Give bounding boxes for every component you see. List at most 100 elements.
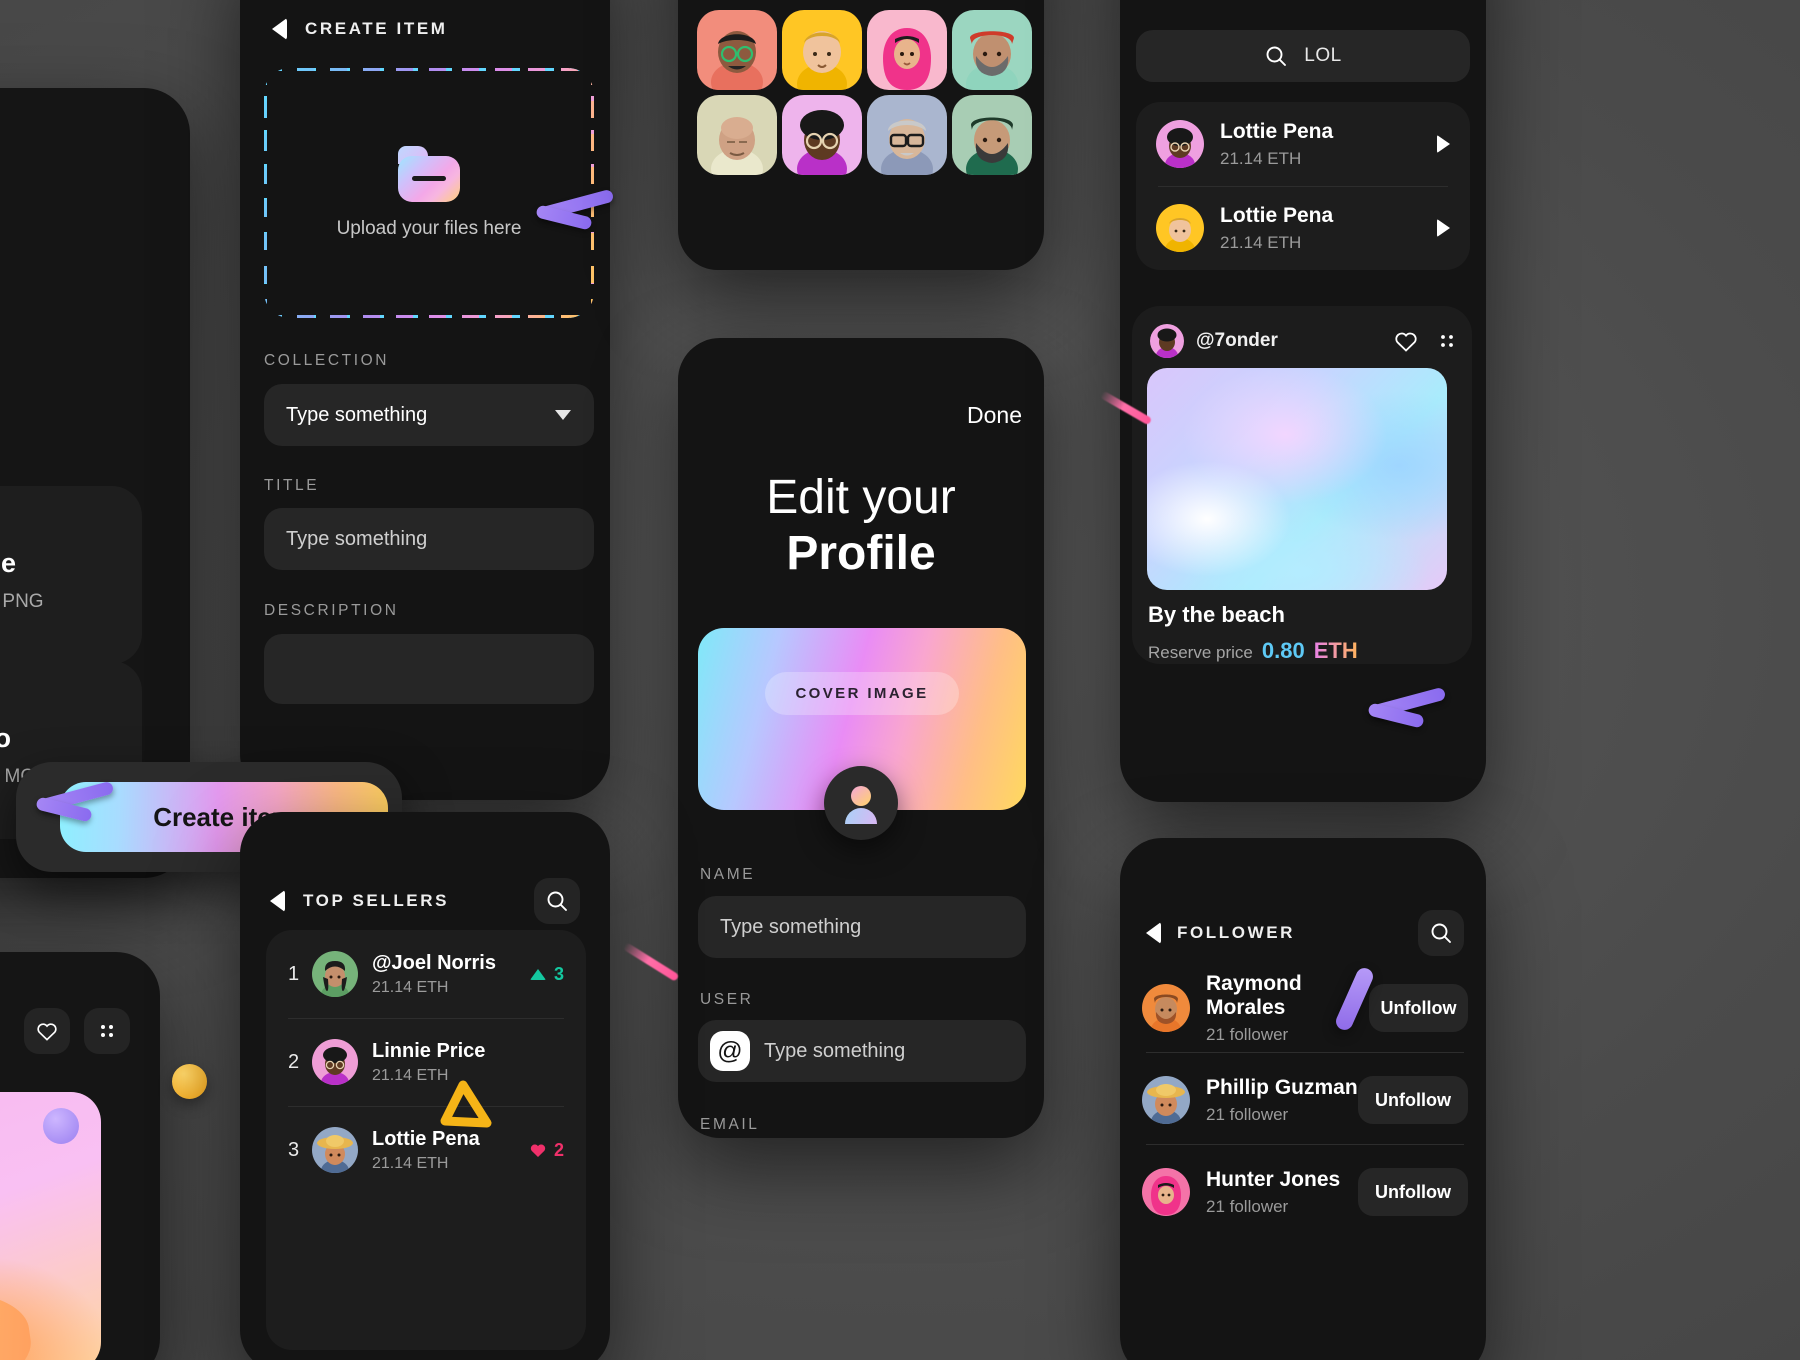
nft-preview-card [0,952,160,1360]
table-row[interactable]: 3 Lottie Pena 21.14 ETH 2 [266,1106,586,1194]
profile-title-line2: Profile [786,527,936,580]
back-triangle-icon[interactable] [272,18,287,40]
avatar-tile-7[interactable] [867,95,947,175]
seller-name: Linnie Price [372,1039,486,1062]
create-item-header: CREATE ITEM [272,18,448,40]
avatar-tile-8[interactable] [952,95,1032,175]
title-input[interactable]: Type something [264,508,594,570]
avatar [312,951,358,997]
title-label: TITLE [264,477,320,494]
play-triangle-icon[interactable] [1437,135,1450,153]
description-input[interactable] [264,634,594,704]
asset-type-name: Video [0,723,12,753]
avatar-tile-2[interactable] [782,10,862,90]
heart-icon [530,1143,546,1158]
heart-icon[interactable] [1394,330,1418,352]
top-sellers-title: TOP SELLERS [303,891,450,910]
list-item[interactable]: Lottie Pena 21.14 ETH [1136,186,1470,270]
top-sellers-list: 1 @Joel Norris 21.14 ETH 3 2 Linnie Pric… [266,930,586,1350]
seller-delta-value: 3 [553,963,564,984]
list-item[interactable]: Phillip Guzman 21 follower Unfollow [1142,1052,1468,1148]
email-label: EMAIL [700,1116,760,1133]
seller-delta: 2 [530,1140,564,1161]
list-item[interactable]: Raymond Morales 21 follower Unfollow [1142,960,1468,1056]
collection-select[interactable]: Type something [264,384,594,446]
avatar-tile-6[interactable] [782,95,862,175]
avatar-tile-5[interactable] [697,95,777,175]
list-item[interactable]: Lottie Pena 21.14 ETH [1136,102,1470,186]
search-query: LOL [1304,45,1342,66]
done-button[interactable]: Done [967,402,1022,429]
asset-type-formats: JPG or PNG [0,591,44,612]
unfollow-button[interactable]: Unfollow [1368,984,1468,1032]
avatar-tile-3[interactable] [867,10,947,90]
heart-icon[interactable] [24,1008,70,1054]
grid-dots-icon[interactable] [84,1008,130,1054]
cover-image-badge[interactable]: COVER IMAGE [765,672,959,715]
nft-price-row: Reserve price 0.80 ETH [1148,638,1358,664]
nft-title: By the beach [1148,602,1285,627]
back-triangle-icon[interactable] [1146,922,1161,944]
nft-price-currency: ETH [1313,638,1358,663]
search-icon [1264,44,1288,68]
avatar-tile-1[interactable] [697,10,777,90]
screen-root: an NFT ny aspects in itsbuilt on the....… [0,0,1800,1360]
nft-artwork[interactable] [1147,368,1447,590]
avatar [1156,120,1204,168]
description-label: DESCRIPTION [264,602,399,619]
nft-card-header: @7onder [1150,320,1456,362]
avatar-grid [697,10,1036,180]
unfollow-button[interactable]: Unfollow [1358,1168,1468,1216]
search-results-panel: LOL Lottie Pena 21.14 ETH Lottie Pena 21… [1120,0,1486,802]
avatar-grid-panel [678,0,1044,270]
avatar-tile-4[interactable] [952,10,1032,90]
collection-value: Type something [286,403,428,426]
follower-count: 21 follower [1206,1196,1289,1216]
wave-decoration [35,780,118,824]
unfollow-button[interactable]: Unfollow [1358,1076,1468,1124]
asset-type-card-image[interactable]: Image JPG or PNG [0,486,142,664]
seller-delta: 3 [529,963,564,985]
follower-header: FOLLOWER [1146,910,1464,956]
nft-price-label: Reserve price [1148,643,1253,662]
user-input[interactable]: @ Type something [698,1020,1026,1082]
table-row[interactable]: 1 @Joel Norris 21.14 ETH 3 [266,930,586,1018]
avatar [312,1127,358,1173]
seller-name: @Joel Norris [372,951,496,974]
grid-dots-icon[interactable] [1438,332,1456,350]
wave-decoration [535,188,618,232]
top-sellers-header: TOP SELLERS [270,878,580,924]
create-item-title: CREATE ITEM [305,19,448,38]
seller-rank: 2 [288,1050,300,1073]
orange-ball-decoration [172,1064,207,1099]
profile-title-line1: Edit your [766,471,956,524]
triangle-decoration [440,1080,492,1128]
list-item[interactable]: Hunter Jones 21 follower Unfollow [1142,1144,1468,1240]
person-icon [851,786,871,806]
seller-rank: 1 [288,962,300,985]
avatar [1142,1076,1190,1124]
avatar [312,1039,358,1085]
search-icon[interactable] [534,878,580,924]
user-placeholder: Type something [764,1039,906,1062]
name-input[interactable]: Type something [698,896,1026,958]
profile-avatar-upload[interactable] [824,766,898,840]
play-triangle-icon[interactable] [1437,219,1450,237]
nft-owner-handle[interactable]: @7onder [1196,330,1278,352]
search-input[interactable]: LOL [1136,30,1470,82]
triangle-up-icon [529,968,546,980]
nft-intro-card: an NFT ny aspects in itsbuilt on the....… [0,88,190,878]
collection-label: COLLECTION [264,352,390,369]
follower-count: 21 follower [1206,1104,1289,1124]
title-placeholder: Type something [286,527,428,550]
follower-name: Hunter Jones [1206,1167,1341,1191]
search-icon[interactable] [1418,910,1464,956]
back-triangle-icon[interactable] [270,890,285,912]
create-item-panel: CREATE ITEM Upload your files here COLLE… [240,0,615,800]
name-placeholder: Type something [720,915,862,938]
avatar[interactable] [1150,324,1184,358]
seller-delta-value: 2 [553,1139,564,1160]
seller-price: 21.14 ETH [1220,232,1302,252]
chevron-down-icon[interactable] [554,409,572,421]
table-row[interactable]: 2 Linnie Price 21.14 ETH [266,1018,586,1106]
